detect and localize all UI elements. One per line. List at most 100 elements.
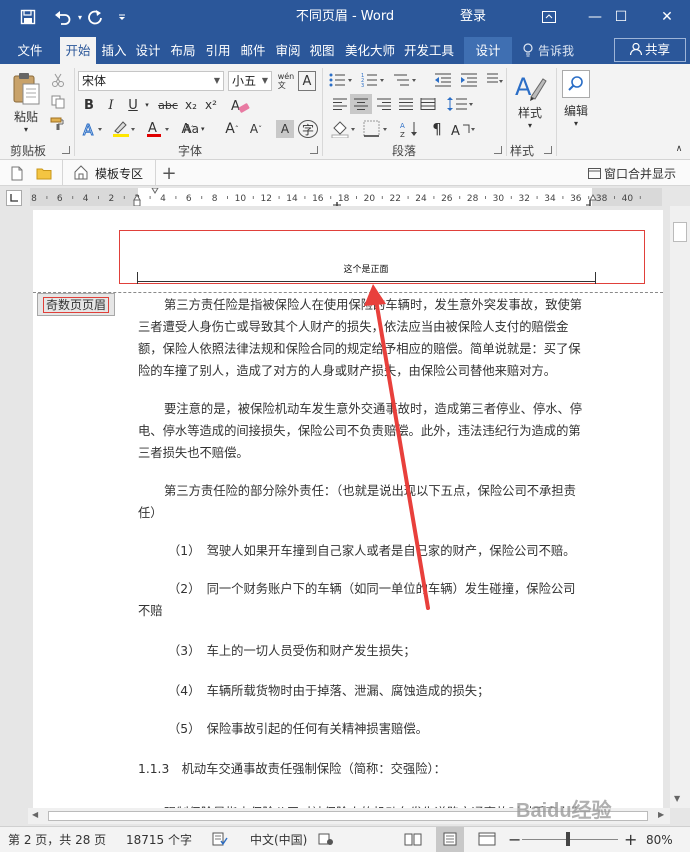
font-size-combo[interactable]: 小五 ▼ — [228, 71, 272, 91]
increase-indent-icon[interactable] — [458, 70, 480, 90]
page-count[interactable]: 第 2 页，共 28 页 — [8, 827, 106, 852]
decrease-font-icon[interactable]: Aˇ — [246, 118, 266, 140]
close-button[interactable]: ✕ — [644, 0, 690, 34]
editing-label[interactable]: 编辑 — [556, 102, 596, 118]
zoom-slider-thumb[interactable] — [566, 832, 570, 846]
text-effects-icon[interactable]: A — [80, 118, 106, 140]
align-center-icon[interactable] — [350, 94, 372, 114]
asian-layout-icon[interactable]: A — [450, 118, 478, 140]
italic-button[interactable]: I — [102, 95, 120, 115]
vertical-scroll-thumb[interactable] — [673, 222, 687, 242]
paste-icon[interactable] — [8, 70, 44, 108]
borders-icon[interactable] — [362, 118, 392, 140]
increase-font-icon[interactable]: Aˆ — [222, 118, 242, 140]
chinese-layout-icon[interactable] — [484, 70, 506, 90]
tab-design[interactable]: 设计 — [132, 37, 164, 64]
decrease-indent-icon[interactable] — [432, 70, 454, 90]
subscript-button[interactable]: x₂ — [182, 95, 200, 115]
styles-gallery-icon[interactable]: A — [510, 70, 550, 102]
proofing-icon[interactable] — [212, 827, 228, 852]
character-border-icon[interactable]: A — [298, 71, 316, 91]
clear-formatting-icon[interactable]: A — [228, 95, 252, 115]
bullets-icon[interactable] — [328, 70, 356, 90]
numbering-icon[interactable]: 123 — [360, 70, 388, 90]
add-tab-button[interactable]: + — [158, 162, 180, 184]
highlight-color-icon[interactable] — [110, 118, 138, 140]
line-spacing-icon[interactable] — [446, 94, 476, 114]
tab-references[interactable]: 引用 — [202, 37, 234, 64]
customize-toolbar-icon[interactable] — [114, 0, 130, 34]
styles-dropdown-icon[interactable]: ▾ — [524, 120, 536, 130]
collapse-ribbon-icon[interactable]: ∧ — [672, 142, 686, 156]
paragraph-launcher-icon[interactable] — [494, 146, 502, 154]
tab-insert[interactable]: 插入 — [97, 37, 131, 64]
align-left-icon[interactable] — [330, 94, 350, 114]
styles-launcher-icon[interactable] — [544, 146, 552, 154]
tab-beautify-master[interactable]: 美化大师 — [340, 37, 400, 64]
align-right-icon[interactable] — [374, 94, 394, 114]
tab-home[interactable]: 开始 — [60, 37, 96, 64]
multilevel-list-icon[interactable] — [392, 70, 420, 90]
horizontal-ruler[interactable]: 8642246810121416182022242628303234363840 — [30, 188, 662, 206]
word-count[interactable]: 18715 个字 — [126, 827, 192, 852]
underline-button[interactable]: U — [124, 95, 142, 115]
print-layout-icon[interactable] — [436, 827, 464, 852]
change-case-button[interactable]: Aa ▾ — [180, 118, 208, 140]
font-name-combo[interactable]: 宋体 ▼ — [78, 71, 224, 91]
paste-label[interactable]: 粘贴 — [8, 108, 44, 124]
distributed-icon[interactable] — [418, 94, 438, 114]
new-document-icon[interactable] — [8, 164, 26, 182]
tell-me-search[interactable]: 告诉我 — [522, 38, 574, 64]
share-button[interactable]: 共享 — [614, 38, 686, 62]
web-layout-icon[interactable] — [478, 827, 496, 852]
styles-label[interactable]: 样式 — [510, 104, 550, 120]
zoom-out-button[interactable]: − — [508, 827, 521, 852]
tab-selector[interactable] — [6, 190, 22, 206]
font-color-icon[interactable]: A — [144, 118, 172, 140]
shading-icon[interactable] — [330, 118, 360, 140]
language-indicator[interactable]: 中文(中国) — [250, 827, 307, 852]
tab-layout[interactable]: 布局 — [166, 37, 200, 64]
tab-mailings[interactable]: 邮件 — [236, 37, 270, 64]
ribbon-display-icon[interactable] — [526, 0, 572, 34]
open-folder-icon[interactable] — [34, 164, 54, 182]
enclose-characters-icon[interactable]: 字 — [298, 120, 318, 138]
vertical-scrollbar[interactable]: ▼ — [670, 206, 690, 808]
zoom-slider-track[interactable] — [522, 839, 618, 840]
superscript-button[interactable]: x² — [202, 95, 220, 115]
template-tab[interactable]: 模板专区 — [62, 160, 156, 186]
scroll-left-icon[interactable]: ◀ — [32, 810, 38, 819]
tab-review[interactable]: 审阅 — [272, 37, 304, 64]
login-link[interactable]: 登录 — [460, 0, 486, 34]
find-icon[interactable] — [562, 70, 590, 98]
window-merge-toggle[interactable]: 窗口合并显示 — [588, 165, 676, 182]
save-icon[interactable] — [14, 0, 42, 34]
cut-icon[interactable] — [48, 70, 68, 90]
read-mode-icon[interactable] — [404, 827, 422, 852]
macro-record-icon[interactable] — [318, 827, 334, 852]
scroll-right-icon[interactable]: ▶ — [658, 810, 664, 819]
font-launcher-icon[interactable] — [310, 146, 318, 154]
character-shading-icon[interactable]: A — [276, 120, 294, 138]
show-marks-icon[interactable]: ¶ — [426, 118, 448, 140]
scroll-down-icon[interactable]: ▼ — [674, 794, 680, 803]
bold-button[interactable]: B — [80, 95, 98, 115]
tab-file[interactable]: 文件 — [10, 37, 50, 64]
format-painter-icon[interactable] — [48, 114, 68, 134]
justify-icon[interactable] — [396, 94, 416, 114]
clipboard-launcher-icon[interactable] — [62, 146, 70, 154]
strikethrough-button[interactable]: abc — [156, 95, 180, 115]
redo-icon[interactable] — [84, 0, 106, 34]
zoom-level[interactable]: 80% — [646, 827, 673, 852]
paste-dropdown-icon[interactable]: ▾ — [20, 124, 32, 134]
copy-icon[interactable] — [48, 92, 68, 112]
maximize-button[interactable]: ☐ — [598, 0, 644, 34]
phonetic-guide-icon[interactable]: wén 文 — [276, 69, 296, 93]
tab-header-footer-design[interactable]: 设计 — [464, 37, 512, 64]
underline-dropdown-icon[interactable]: ▾ — [142, 95, 152, 115]
zoom-in-button[interactable]: + — [624, 827, 637, 852]
tab-developer[interactable]: 开发工具 — [400, 37, 458, 64]
sort-icon[interactable]: AZ — [398, 118, 422, 140]
editing-dropdown-icon[interactable]: ▾ — [570, 118, 582, 128]
tab-view[interactable]: 视图 — [306, 37, 338, 64]
